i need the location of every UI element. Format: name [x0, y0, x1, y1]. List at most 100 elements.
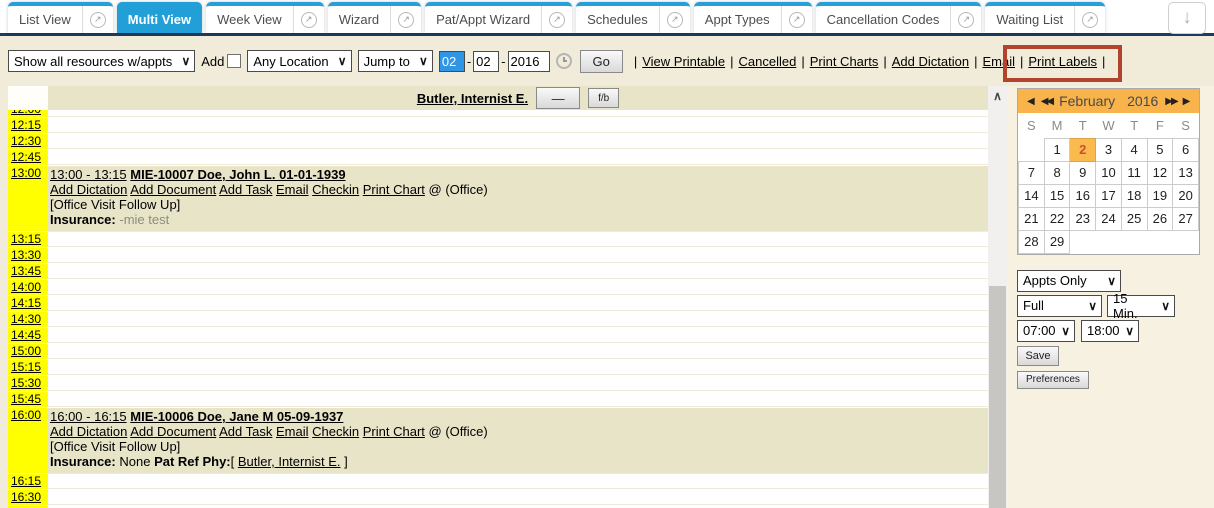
time-slot-link[interactable]: 16:15 — [11, 474, 41, 488]
time-slot-link[interactable]: 15:45 — [11, 392, 41, 406]
action-add-dictation[interactable]: Add Dictation — [50, 424, 127, 439]
action-checkin[interactable]: Checkin — [312, 182, 359, 197]
fb-button[interactable]: f/b — [588, 88, 619, 108]
calendar-day-22[interactable]: 22 — [1044, 207, 1070, 230]
time-slot-link[interactable]: 15:15 — [11, 360, 41, 374]
time-slot-link[interactable]: 16:00 — [11, 408, 41, 422]
calendar-day-10[interactable]: 10 — [1096, 161, 1122, 184]
calendar-day-3[interactable]: 3 — [1096, 138, 1122, 161]
start-time-select[interactable]: 07:00 ∨ — [1017, 320, 1075, 342]
time-slot-link[interactable]: 16:30 — [11, 490, 41, 504]
prev-month-icon[interactable]: ◀◀ — [1038, 96, 1055, 107]
link-cancelled[interactable]: Cancelled — [739, 54, 797, 69]
tab-popout-button[interactable]: ↗ — [659, 6, 690, 33]
link-print-labels[interactable]: Print Labels — [1028, 54, 1097, 69]
time-slot-link[interactable]: 13:45 — [11, 264, 41, 278]
empty-slot[interactable] — [48, 118, 988, 133]
calendar-day-15[interactable]: 15 — [1044, 184, 1070, 207]
tab-week-view[interactable]: Week View↗ — [206, 2, 324, 33]
time-slot-link[interactable]: 13:30 — [11, 248, 41, 262]
action-add-dictation[interactable]: Add Dictation — [50, 182, 127, 197]
link-view-printable[interactable]: View Printable — [642, 54, 725, 69]
calendar-day-6[interactable]: 6 — [1173, 138, 1199, 161]
tab-popout-button[interactable]: ↗ — [390, 6, 421, 33]
calendar-day-19[interactable]: 19 — [1147, 184, 1173, 207]
tab-list-view[interactable]: List View↗ — [8, 2, 113, 33]
tab-wizard[interactable]: Wizard↗ — [328, 2, 421, 33]
empty-slot[interactable] — [48, 392, 988, 407]
action-add-task[interactable]: Add Task — [219, 182, 272, 197]
empty-slot[interactable] — [48, 232, 988, 247]
tab-popout-button[interactable]: ↗ — [293, 6, 324, 33]
empty-slot[interactable] — [48, 134, 988, 149]
calendar-day-21[interactable]: 21 — [1019, 207, 1045, 230]
schedule-scrollbar[interactable]: ∧ — [988, 86, 1007, 508]
tab-popout-button[interactable]: ↗ — [950, 6, 981, 33]
calendar-day-7[interactable]: 7 — [1019, 161, 1045, 184]
empty-slot[interactable] — [48, 296, 988, 311]
calendar-day-2[interactable]: 2 — [1070, 138, 1096, 161]
tab-popout-button[interactable]: ↗ — [1074, 6, 1105, 33]
tab-popout-button[interactable]: ↗ — [541, 6, 572, 33]
calendar-day-1[interactable]: 1 — [1044, 138, 1070, 161]
patient-link[interactable]: MIE-10006 Doe, Jane M 05-09-1937 — [130, 409, 343, 424]
resource-link[interactable]: Butler, Internist E. — [417, 91, 528, 106]
tab-schedules[interactable]: Schedules↗ — [576, 2, 690, 33]
empty-slot[interactable] — [48, 328, 988, 343]
prev-year-icon[interactable]: ◀ — [1024, 96, 1038, 107]
time-slot-link[interactable]: 12:00 — [11, 110, 41, 116]
tab-cancellation-codes[interactable]: Cancellation Codes↗ — [816, 2, 982, 33]
action-checkin[interactable]: Checkin — [312, 424, 359, 439]
empty-slot[interactable] — [48, 344, 988, 359]
next-year-icon[interactable]: ▶ — [1180, 96, 1194, 107]
time-slot-link[interactable]: 12:15 — [11, 118, 41, 132]
save-button[interactable]: Save — [1017, 346, 1059, 366]
patient-link[interactable]: MIE-10007 Doe, John L. 01-01-1939 — [130, 167, 345, 182]
empty-slot[interactable] — [48, 360, 988, 375]
calendar-day-29[interactable]: 29 — [1044, 230, 1070, 253]
calendar-day-8[interactable]: 8 — [1044, 161, 1070, 184]
calendar-day-23[interactable]: 23 — [1070, 207, 1096, 230]
empty-slot[interactable] — [48, 376, 988, 391]
tab-appt-types[interactable]: Appt Types↗ — [694, 2, 812, 33]
collapse-resource-button[interactable]: — — [536, 87, 580, 109]
calendar-day-26[interactable]: 26 — [1147, 207, 1173, 230]
action-email[interactable]: Email — [276, 182, 309, 197]
time-slot-link[interactable]: 15:00 — [11, 344, 41, 358]
empty-slot[interactable] — [48, 248, 988, 263]
add-checkbox[interactable] — [227, 54, 241, 68]
collapse-panel-button[interactable]: ↓ — [1168, 2, 1206, 34]
empty-slot[interactable] — [48, 150, 988, 165]
appt-time-range-link[interactable]: 13:00 - 13:15 — [50, 167, 127, 182]
calendar-day-24[interactable]: 24 — [1096, 207, 1122, 230]
calendar-day-9[interactable]: 9 — [1070, 161, 1096, 184]
resource-filter-select[interactable]: Show all resources w/appts ∨ — [8, 50, 195, 72]
empty-slot[interactable] — [48, 490, 988, 505]
scroll-up-icon[interactable]: ∧ — [988, 86, 1007, 104]
tab-waiting-list[interactable]: Waiting List↗ — [985, 2, 1105, 33]
appointment-block[interactable]: 16:00 - 16:15 MIE-10006 Doe, Jane M 05-0… — [48, 408, 988, 474]
calendar-day-12[interactable]: 12 — [1147, 161, 1173, 184]
tab-multi-view[interactable]: Multi View — [117, 2, 202, 33]
location-select[interactable]: Any Location ∨ — [247, 50, 351, 72]
appt-time-range-link[interactable]: 16:00 - 16:15 — [50, 409, 127, 424]
calendar-day-20[interactable]: 20 — [1173, 184, 1199, 207]
clock-icon[interactable] — [556, 53, 572, 69]
action-add-document[interactable]: Add Document — [130, 424, 216, 439]
calendar-day-13[interactable]: 13 — [1173, 161, 1199, 184]
date-month-input[interactable] — [439, 51, 465, 72]
time-slot-link[interactable]: 12:30 — [11, 134, 41, 148]
calendar-day-28[interactable]: 28 — [1019, 230, 1045, 253]
action-print-chart[interactable]: Print Chart — [363, 182, 425, 197]
time-slot-link[interactable]: 14:00 — [11, 280, 41, 294]
action-add-task[interactable]: Add Task — [219, 424, 272, 439]
time-slot-link[interactable]: 12:45 — [11, 150, 41, 164]
time-slot-link[interactable]: 15:30 — [11, 376, 41, 390]
go-button[interactable]: Go — [580, 50, 623, 73]
appointment-block[interactable]: 13:00 - 13:15 MIE-10007 Doe, John L. 01-… — [48, 166, 988, 232]
calendar-day-4[interactable]: 4 — [1121, 138, 1147, 161]
action-email[interactable]: Email — [276, 424, 309, 439]
time-slot-link[interactable]: 14:45 — [11, 328, 41, 342]
calendar-day-5[interactable]: 5 — [1147, 138, 1173, 161]
date-year-input[interactable] — [508, 51, 550, 72]
